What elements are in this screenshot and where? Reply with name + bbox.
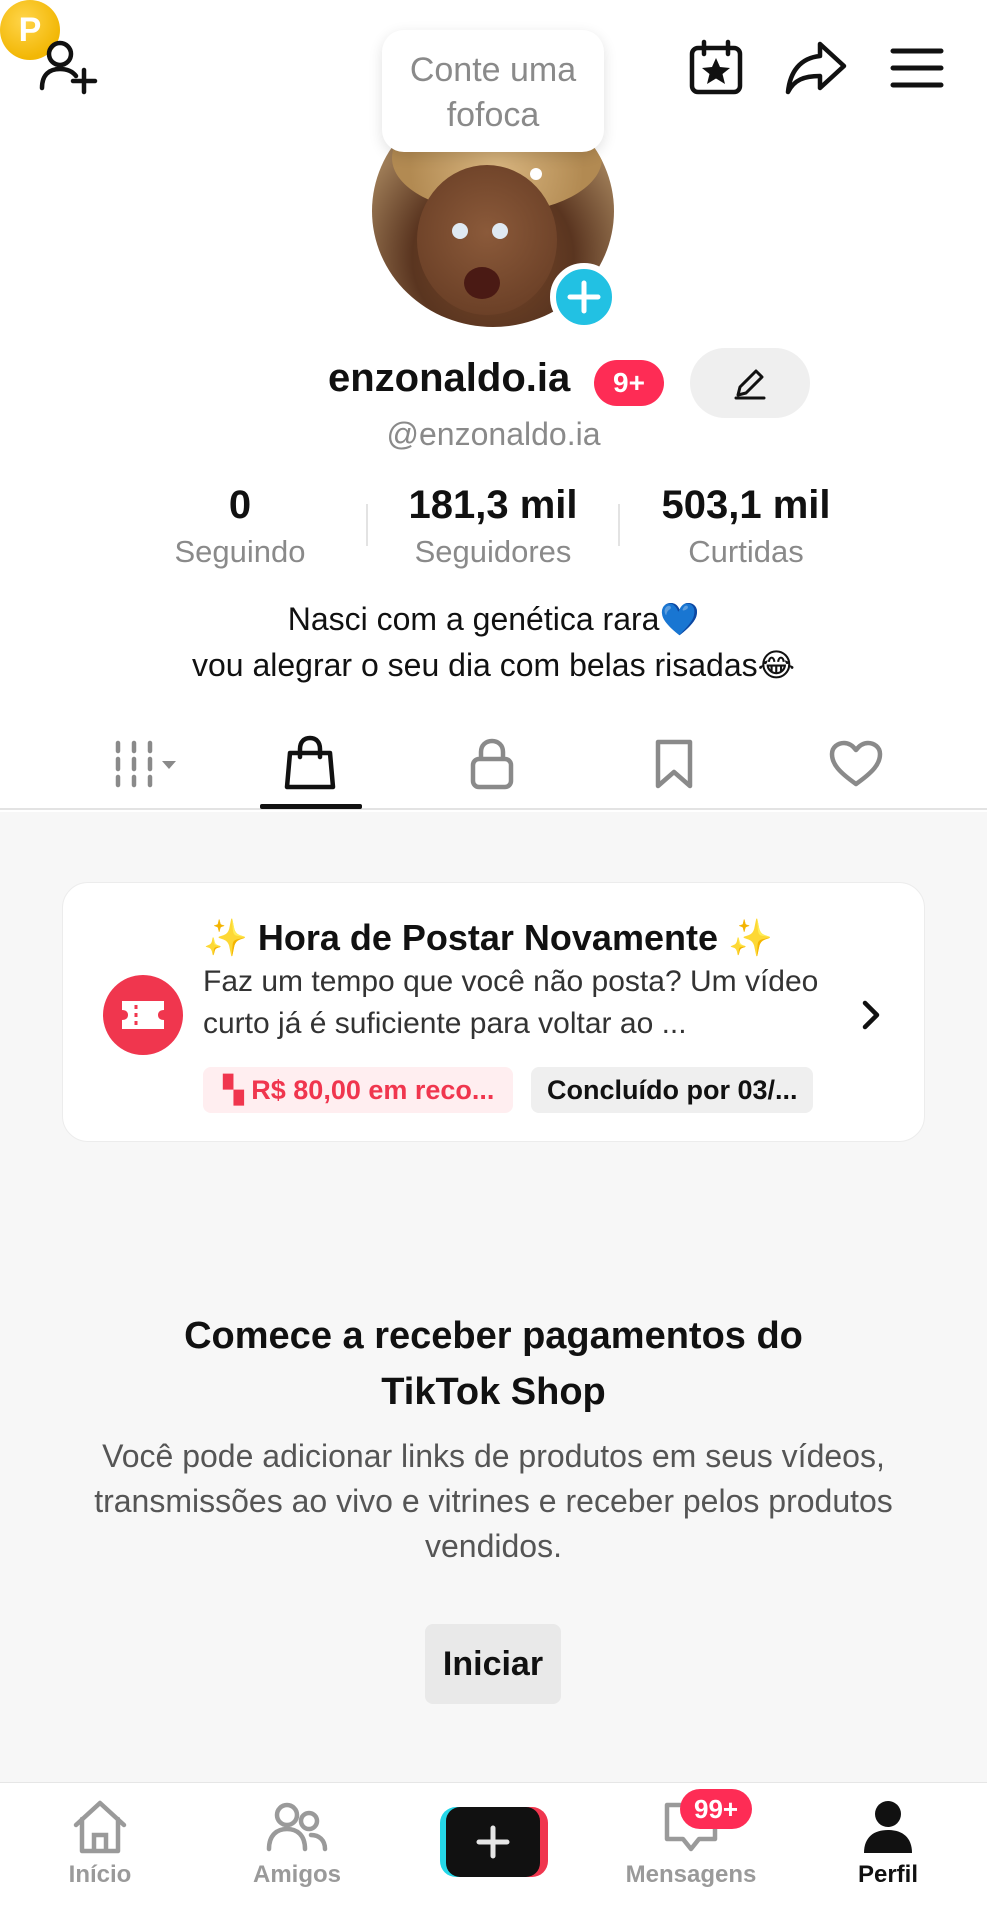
nav-label: Mensagens	[625, 1861, 757, 1888]
heart-icon	[829, 740, 883, 787]
notification-badge[interactable]: 9+	[594, 360, 664, 406]
tab-shop[interactable]	[260, 728, 360, 800]
avatar-mouth	[464, 267, 500, 299]
stat-following[interactable]: 0 Seguindo	[130, 480, 350, 574]
stat-divider	[366, 504, 368, 546]
note-bubble-text: Conte uma fofoca	[409, 51, 577, 134]
pencil-icon	[734, 369, 766, 400]
nav-profile[interactable]: Perfil	[818, 1797, 958, 1889]
reward-pill: ▚ R$ 80,00 em reco...	[203, 1067, 513, 1113]
plus-icon	[567, 280, 601, 314]
grid-icon	[115, 740, 176, 788]
task-card-title: ✨ Hora de Postar Novamente ✨	[203, 917, 773, 958]
deadline-text: Concluído por 03/...	[547, 1075, 798, 1105]
nav-home[interactable]: Início	[30, 1797, 170, 1889]
profile-handle: @enzonaldo.ia	[386, 416, 601, 452]
plus-icon	[446, 1807, 540, 1877]
add-story-button[interactable]	[550, 263, 618, 331]
shop-description: Você pode adicionar links de produtos em…	[94, 1438, 893, 1564]
start-button[interactable]: Iniciar	[425, 1624, 561, 1704]
avatar-eye	[452, 223, 468, 239]
stat-label: Seguidores	[414, 534, 572, 569]
bubble-dot	[530, 168, 542, 180]
profile-tabs	[0, 720, 987, 810]
note-bubble[interactable]: Conte uma fofoca	[382, 30, 604, 152]
stat-value: 181,3 mil	[408, 483, 578, 527]
bottom-nav: Início Amigos Mensagens 99+ Perfil	[0, 1782, 987, 1920]
shop-title-line: TikTok Shop	[381, 1371, 606, 1413]
profile-stats: 0 Seguindo 181,3 mil Seguidores 503,1 mi…	[0, 480, 987, 580]
display-name: enzonaldo.ia	[328, 356, 571, 400]
task-card[interactable]: ✨ Hora de Postar Novamente ✨ Faz um temp…	[62, 882, 925, 1142]
active-tab-indicator	[260, 804, 362, 809]
stat-followers[interactable]: 181,3 mil Seguidores	[383, 480, 603, 574]
nav-label: Início	[68, 1861, 132, 1888]
bookmark-icon	[655, 739, 693, 789]
stat-value: 0	[228, 483, 252, 527]
tab-videos[interactable]	[90, 728, 210, 800]
name-row: enzonaldo.ia 9+	[0, 348, 987, 418]
add-friend-icon[interactable]	[36, 34, 100, 98]
edit-profile-button[interactable]	[690, 348, 810, 418]
lock-icon	[470, 738, 514, 790]
stat-divider	[618, 504, 620, 546]
deadline-pill: Concluído por 03/...	[531, 1067, 813, 1113]
tab-saved[interactable]	[624, 728, 724, 800]
nav-friends[interactable]: Amigos	[227, 1797, 367, 1889]
shop-content: ✨ Hora de Postar Novamente ✨ Faz um temp…	[0, 812, 987, 1782]
profile-icon	[818, 1797, 958, 1857]
friends-icon	[227, 1797, 367, 1857]
task-card-text: Faz um tempo que você não posta? Um víde…	[203, 965, 819, 1040]
profile-bio: Nasci com a genética rara💙 vou alegrar o…	[0, 596, 987, 688]
home-icon	[30, 1797, 170, 1857]
ticket-icon	[103, 975, 183, 1055]
nav-label: Perfil	[857, 1861, 919, 1888]
bio-line: vou alegrar o seu dia com belas risadas😂	[191, 647, 796, 683]
menu-icon[interactable]	[882, 38, 952, 98]
stat-likes[interactable]: 503,1 mil Curtidas	[636, 480, 856, 574]
messages-badge: 99+	[680, 1789, 753, 1829]
stat-label: Seguindo	[174, 534, 306, 569]
calendar-star-icon[interactable]	[684, 36, 748, 100]
bio-line: Nasci com a genética rara💙	[287, 601, 700, 637]
reward-text: R$ 80,00 em reco...	[251, 1075, 495, 1105]
shopping-bag-icon	[284, 735, 336, 790]
nav-label: Amigos	[252, 1861, 341, 1888]
reward-ticket-icon: ▚	[223, 1075, 252, 1105]
avatar-eye	[492, 223, 508, 239]
tab-liked[interactable]	[806, 728, 906, 800]
stat-value: 503,1 mil	[661, 483, 831, 527]
share-icon[interactable]	[780, 36, 852, 100]
tab-private[interactable]	[442, 728, 542, 800]
shop-title-line: Comece a receber pagamentos do	[184, 1315, 803, 1357]
shop-title: Comece a receber pagamentos do TikTok Sh…	[0, 1308, 987, 1420]
chevron-right-icon[interactable]	[851, 995, 891, 1035]
create-button[interactable]	[440, 1807, 548, 1877]
stat-label: Curtidas	[688, 534, 804, 569]
